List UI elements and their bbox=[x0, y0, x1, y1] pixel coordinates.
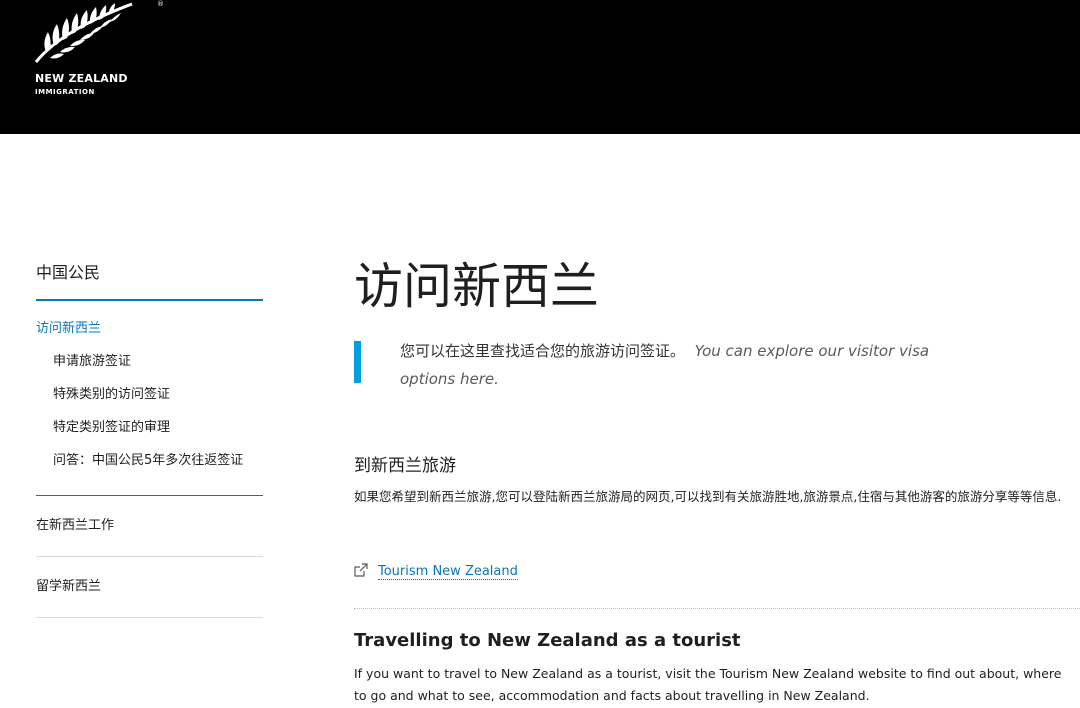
silver-fern-icon bbox=[34, 2, 133, 63]
tourism-nz-link[interactable]: Tourism New Zealand bbox=[354, 561, 518, 583]
section-body-en: If you want to travel to New Zealand as … bbox=[354, 666, 1062, 703]
sidebar-subitem-special-category[interactable]: 特殊类别的访问签证 bbox=[36, 387, 263, 403]
registered-mark: ® bbox=[157, 0, 164, 8]
sidebar-item-study[interactable]: 留学新西兰 bbox=[36, 557, 263, 618]
section-heading-en: Travelling to New Zealand as a tourist bbox=[354, 630, 741, 651]
sidebar-heading[interactable]: 中国公民 bbox=[36, 258, 263, 288]
external-link-icon bbox=[354, 561, 370, 583]
logo-subtitle: IMMIGRATION bbox=[35, 88, 95, 96]
intro-accent-bar bbox=[354, 341, 361, 383]
sidebar-item-visit-nz[interactable]: 访问新西兰 bbox=[36, 321, 263, 337]
sidebar-subitem-apply-visitor-visa[interactable]: 申请旅游签证 bbox=[36, 354, 263, 370]
sidebar-item-work[interactable]: 在新西兰工作 bbox=[36, 496, 263, 557]
section-divider bbox=[354, 608, 1080, 609]
section-heading-cn: 到新西兰旅游 bbox=[354, 456, 456, 476]
sidebar-nav: 中国公民 访问新西兰 申请旅游签证 特殊类别的访问签证 特定类别签证的审理 问答… bbox=[36, 255, 263, 618]
logo[interactable]: ® NEW ZEALAND IMMIGRATION bbox=[30, 0, 164, 104]
logo-name: NEW ZEALAND bbox=[35, 72, 128, 85]
tourism-nz-link-label[interactable]: Tourism New Zealand bbox=[378, 564, 518, 580]
page-title: 访问新西兰 bbox=[354, 258, 600, 315]
sidebar-divider bbox=[36, 299, 263, 301]
sidebar-subitem-processing[interactable]: 特定类别签证的审理 bbox=[36, 420, 263, 436]
intro-text: 您可以在这里查找适合您的旅游访问签证。 You can explore our … bbox=[400, 337, 940, 393]
sidebar-subitem-faq[interactable]: 问答：中国公民5年多次往返签证 bbox=[36, 453, 260, 469]
intro-text-cn: 您可以在这里查找适合您的旅游访问签证。 bbox=[400, 342, 686, 360]
section-body-cn: 如果您希望到新西兰旅游,您可以登陆新西兰旅游局的网页,可以找到有关旅游胜地,旅游… bbox=[354, 489, 1062, 504]
site-header: ® NEW ZEALAND IMMIGRATION bbox=[0, 0, 1080, 134]
